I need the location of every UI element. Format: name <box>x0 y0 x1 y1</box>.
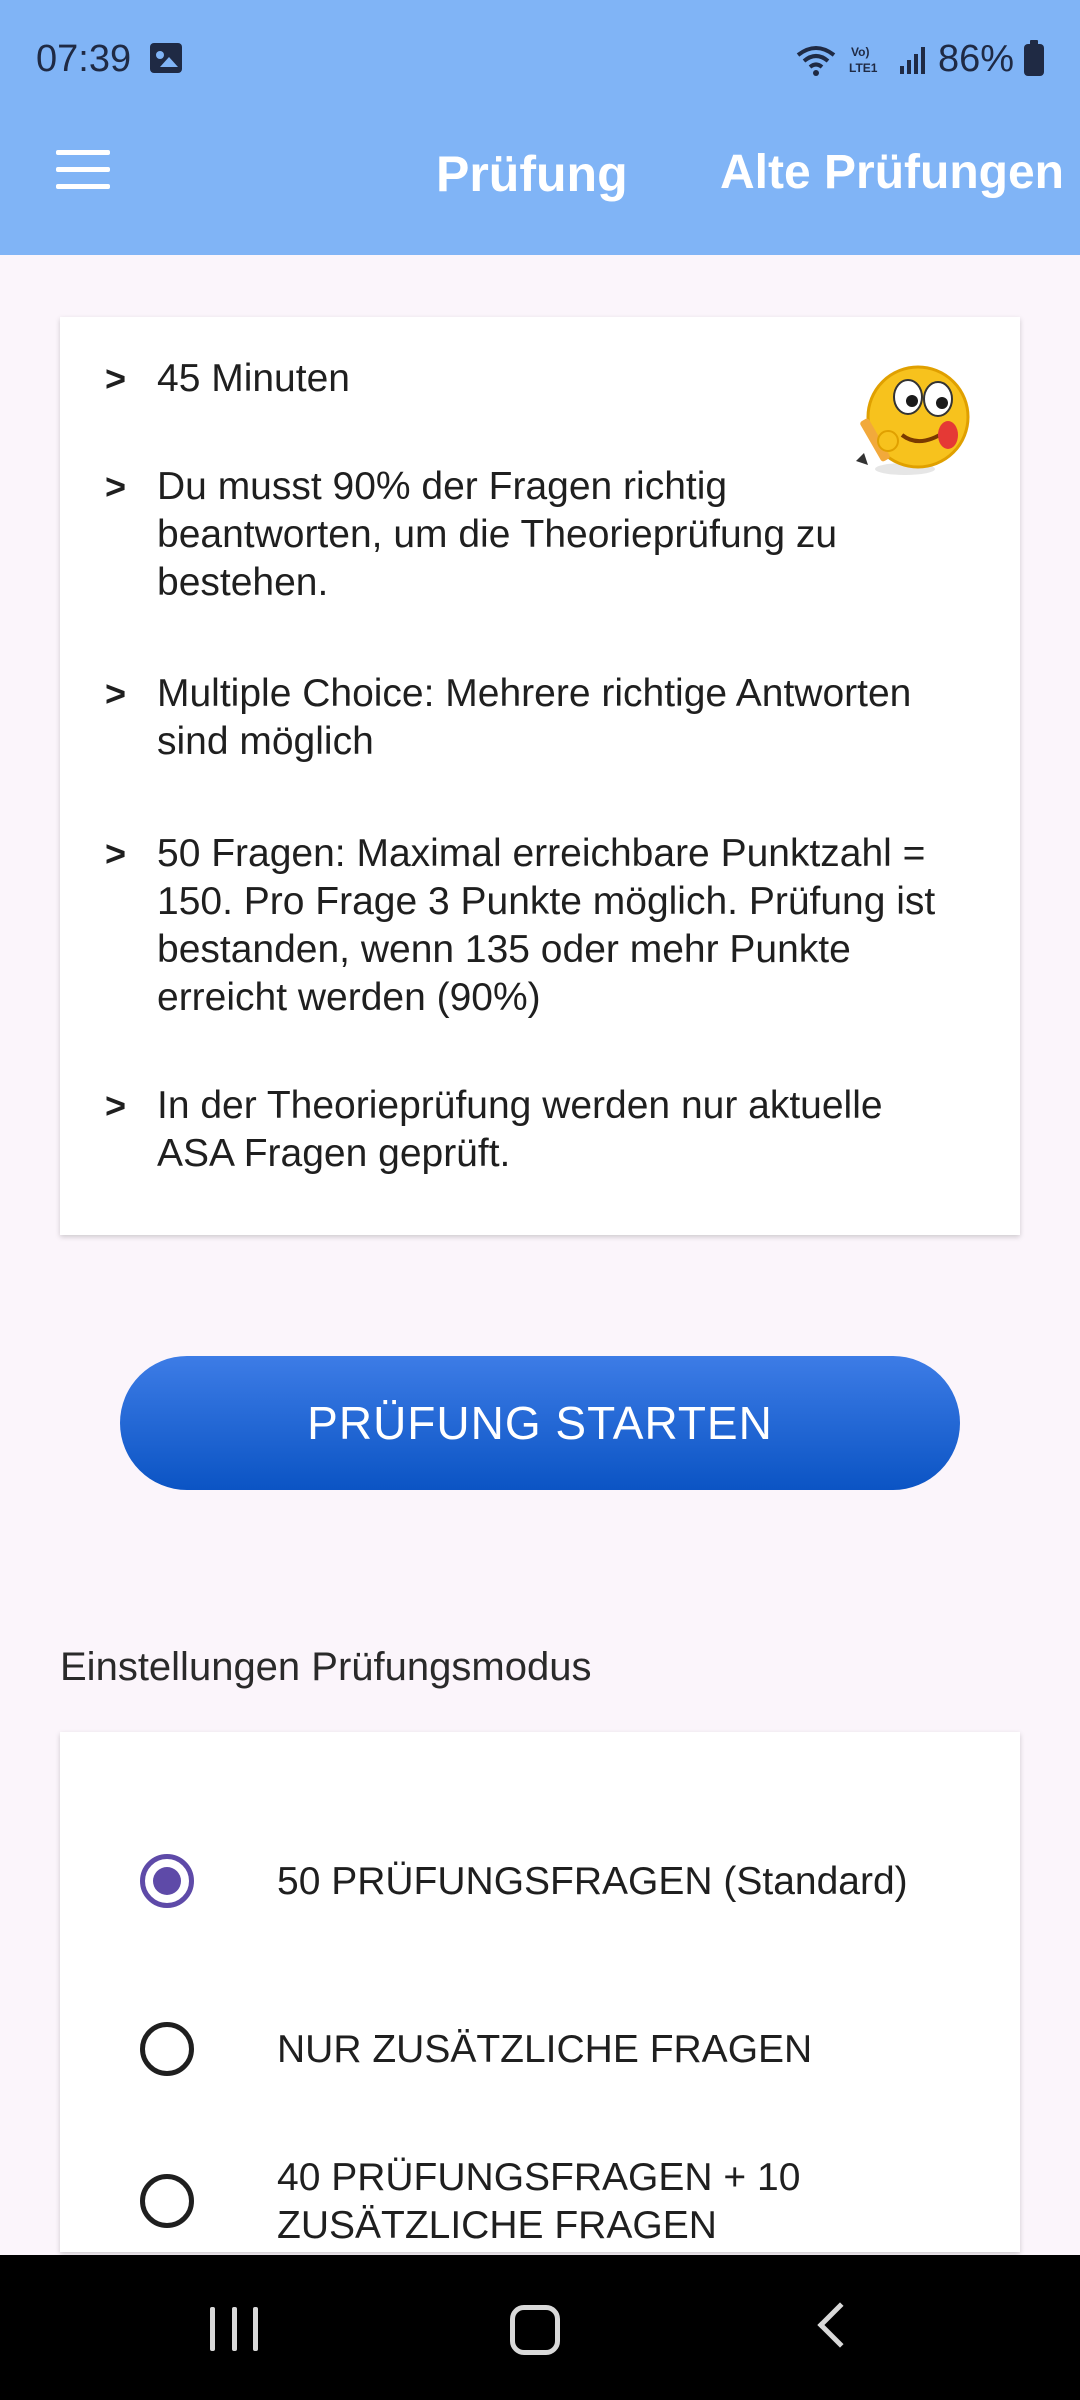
battery-percent: 86% <box>937 38 1014 80</box>
info-bullet: > Du musst 90% der Fragen richtig beantw… <box>105 463 945 607</box>
volte-icon: Vo) LTE1 <box>849 45 878 75</box>
info-bullet: > Multiple Choice: Mehrere richtige Antw… <box>105 670 965 766</box>
option-label: 50 PRÜFUNGSFRAGEN (Standard) <box>277 1860 908 1903</box>
home-icon[interactable] <box>510 2305 560 2355</box>
pruefung-starten-button[interactable]: PRÜFUNG STARTEN <box>120 1356 960 1490</box>
option-label: 40 PRÜFUNGSFRAGEN + 10 ZUSÄTZLICHE FRAGE… <box>277 2156 801 2247</box>
radio-selected-icon[interactable] <box>140 1854 194 1908</box>
bullet-marker: > <box>105 833 127 874</box>
page-title: Prüfung <box>436 146 628 202</box>
settings-title: Einstellungen Prüfungsmodus <box>60 1645 592 1689</box>
gallery-icon <box>150 43 182 73</box>
wifi-icon <box>796 45 836 76</box>
info-bullet: > In der Theorieprüfung werden nur aktue… <box>105 1082 965 1178</box>
info-card: > 45 Minuten > Du musst 90% der Fragen r… <box>60 317 1020 1235</box>
bullet-marker: > <box>105 1085 127 1126</box>
bullet-marker: > <box>105 673 127 714</box>
svg-text:Vo): Vo) <box>851 45 869 59</box>
thinking-emoji-icon <box>856 365 970 475</box>
option-label: NUR ZUSÄTZLICHE FRAGEN <box>277 2028 813 2071</box>
status-right: Vo) LTE1 86% <box>794 38 1044 81</box>
bullet-text: 45 Minuten <box>157 357 350 400</box>
system-nav-bar <box>0 2255 1080 2400</box>
bullet-text: Du musst 90% der Fragen richtig beantwor… <box>157 465 838 604</box>
hamburger-menu-icon[interactable] <box>56 150 110 190</box>
alte-pruefungen-link[interactable]: Alte Prüfungen <box>720 145 1064 200</box>
back-icon[interactable] <box>817 2302 863 2348</box>
bullet-marker: > <box>105 358 127 399</box>
bullet-marker: > <box>105 466 127 507</box>
radio-unselected-icon[interactable] <box>140 2022 194 2076</box>
bullet-text: 50 Fragen: Maximal erreichbare Punktzahl… <box>157 832 936 1019</box>
info-bullet: > 45 Minuten <box>105 355 965 403</box>
option-standard[interactable]: 50 PRÜFUNGSFRAGEN (Standard) <box>60 1832 1020 1932</box>
status-time: 07:39 <box>36 38 132 80</box>
recent-apps-icon[interactable] <box>210 2307 258 2351</box>
battery-icon <box>1024 39 1044 76</box>
bullet-text: In der Theorieprüfung werden nur aktuell… <box>157 1084 883 1175</box>
info-bullet: > 50 Fragen: Maximal erreichbare Punktza… <box>105 830 965 1022</box>
status-bar: 07:39 Vo) LTE1 86% <box>0 0 1080 120</box>
radio-unselected-icon[interactable] <box>140 2174 194 2228</box>
signal-icon <box>899 46 925 74</box>
settings-options-card: 50 PRÜFUNGSFRAGEN (Standard) NUR ZUSÄTZL… <box>60 1732 1020 2252</box>
app-bar: 07:39 Vo) LTE1 86% Prüfung Alte Prüfunge… <box>0 0 1080 255</box>
option-kombiniert[interactable]: 40 PRÜFUNGSFRAGEN + 10 ZUSÄTZLICHE FRAGE… <box>60 2152 1020 2252</box>
option-zusaetzliche[interactable]: NUR ZUSÄTZLICHE FRAGEN <box>60 2000 1020 2100</box>
network-label: LTE1 <box>849 61 878 75</box>
bullet-text: Multiple Choice: Mehrere richtige Antwor… <box>157 672 912 763</box>
